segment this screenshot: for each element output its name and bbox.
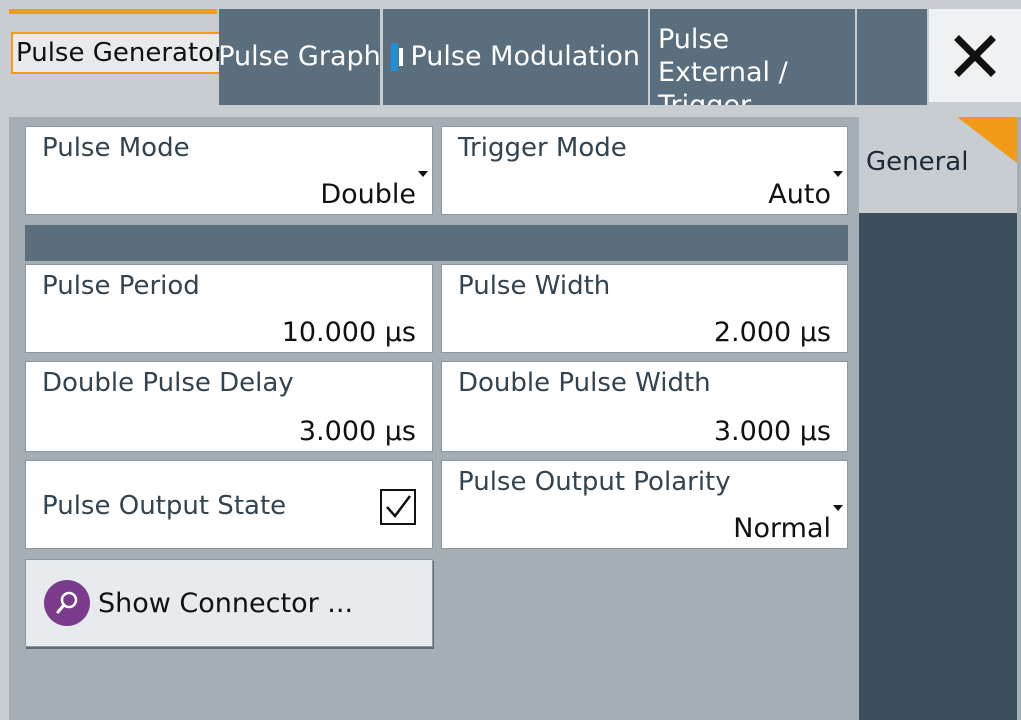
close-icon: [954, 34, 996, 77]
tab-pulse-graph-label: Pulse Graph: [218, 41, 381, 72]
pulse-width-field[interactable]: Pulse Width 2.000 µs: [441, 264, 848, 353]
show-connector-button[interactable]: Show Connector ...: [25, 559, 433, 647]
show-connector-label: Show Connector ...: [98, 587, 354, 619]
dropdown-arrow-icon: [833, 171, 843, 177]
checkmark-icon: [386, 495, 411, 518]
tab-pulse-generator[interactable]: Pulse Generator: [9, 9, 230, 105]
search-icon: [56, 591, 78, 614]
trigger-mode-value: Auto: [768, 179, 831, 210]
pulse-output-polarity-value: Normal: [733, 513, 831, 544]
double-pulse-delay-label: Double Pulse Delay: [42, 368, 294, 398]
pulse-period-label: Pulse Period: [42, 271, 200, 301]
side-tab-general[interactable]: General: [859, 117, 1017, 213]
dropdown-arrow-icon: [833, 505, 843, 511]
pulse-output-state-checkbox[interactable]: [380, 489, 416, 525]
pulse-mode-label: Pulse Mode: [42, 133, 190, 163]
tab-pulse-modulation[interactable]: Pulse Modulation: [383, 9, 648, 105]
pulse-mode-select[interactable]: Pulse Mode Double: [25, 126, 433, 215]
pulse-mode-value: Double: [320, 179, 416, 210]
tab-bar: Pulse Generator Pulse Graph Pulse Modula…: [0, 0, 1021, 121]
connector-icon-badge: [44, 580, 90, 626]
side-tab-area: [859, 213, 1017, 720]
trigger-mode-select[interactable]: Trigger Mode Auto: [441, 126, 848, 215]
double-pulse-width-label: Double Pulse Width: [458, 368, 711, 398]
pulse-output-polarity-select[interactable]: Pulse Output Polarity Normal: [441, 460, 848, 549]
close-button[interactable]: [929, 9, 1021, 102]
tab-pulse-generator-label: Pulse Generator: [11, 31, 230, 74]
pulse-width-value: 2.000 µs: [713, 317, 831, 348]
tab-pulse-external-trigger[interactable]: Pulse External / Trigger: [650, 9, 855, 121]
pulse-width-label: Pulse Width: [458, 271, 611, 301]
pulse-period-value: 10.000 µs: [281, 317, 416, 348]
pulse-output-state-field: Pulse Output State: [25, 460, 433, 549]
pulse-output-state-label: Pulse Output State: [42, 491, 287, 521]
pulse-period-field[interactable]: Pulse Period 10.000 µs: [25, 264, 433, 353]
double-pulse-width-value: 3.000 µs: [713, 416, 831, 447]
tab-bar-spacer: [857, 9, 927, 105]
dropdown-arrow-icon: [418, 171, 428, 177]
tab-pulse-modulation-label: Pulse Modulation: [410, 41, 640, 72]
left-strip: [0, 105, 9, 720]
double-pulse-width-field[interactable]: Double Pulse Width 3.000 µs: [441, 361, 848, 452]
tab-pulse-graph[interactable]: Pulse Graph: [218, 9, 381, 105]
section-divider: [25, 225, 848, 261]
double-pulse-delay-field[interactable]: Double Pulse Delay 3.000 µs: [25, 361, 433, 452]
trigger-mode-label: Trigger Mode: [458, 133, 627, 163]
modulation-on-icon: [391, 43, 404, 71]
double-pulse-delay-value: 3.000 µs: [298, 416, 416, 447]
pulse-output-polarity-label: Pulse Output Polarity: [458, 467, 731, 497]
side-tab-general-label: General: [866, 147, 969, 177]
